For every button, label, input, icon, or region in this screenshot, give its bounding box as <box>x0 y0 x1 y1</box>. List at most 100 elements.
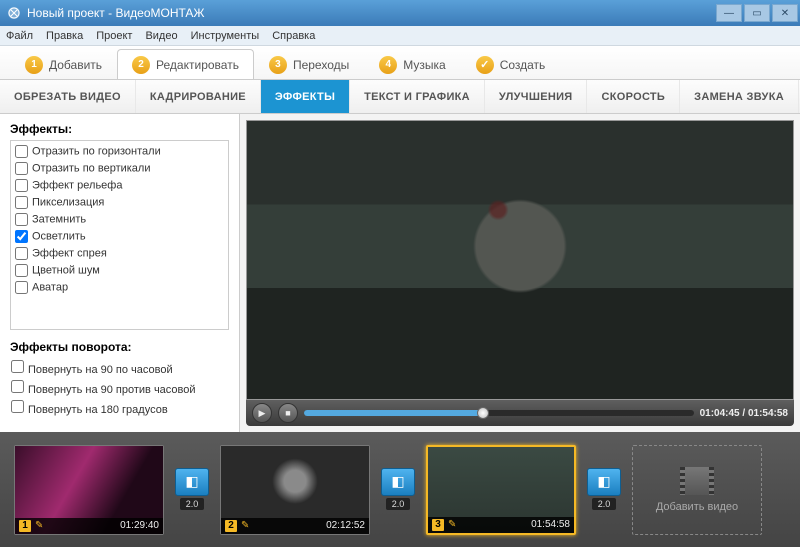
seek-knob[interactable] <box>477 407 489 419</box>
rotation-heading: Эффекты поворота: <box>10 340 229 354</box>
clip-3-time: 01:54:58 <box>531 519 570 530</box>
fx-darken-checkbox[interactable] <box>15 213 28 226</box>
step-create[interactable]: ✓ Создать <box>461 49 561 79</box>
clip-1-bar: 1 ✎ 01:29:40 <box>15 518 163 534</box>
fx-darken[interactable]: Затемнить <box>14 211 225 228</box>
preview-frame <box>247 121 793 399</box>
play-button[interactable]: ▶ <box>252 403 272 423</box>
fx-flip-vertical-checkbox[interactable] <box>15 162 28 175</box>
rot-cw90-checkbox[interactable] <box>11 360 24 373</box>
menu-file[interactable]: Файл <box>6 30 33 42</box>
transition-1-icon[interactable]: ◧ <box>175 468 209 496</box>
step-badge-1: 1 <box>25 56 43 74</box>
fx-lighten-checkbox[interactable] <box>15 230 28 243</box>
subtab-speed[interactable]: СКОРОСТЬ <box>587 80 680 113</box>
window-title: Новый проект - ВидеоМОНТАЖ <box>27 6 205 20</box>
transition-1-duration: 2.0 <box>180 498 205 510</box>
effects-heading: Эффекты: <box>10 122 229 136</box>
subtab-text[interactable]: ТЕКСТ И ГРАФИКА <box>350 80 485 113</box>
film-icon <box>680 467 714 495</box>
menubar: Файл Правка Проект Видео Инструменты Спр… <box>0 26 800 46</box>
subtab-audio[interactable]: ЗАМЕНА ЗВУКА <box>680 80 799 113</box>
step-label-transitions: Переходы <box>293 58 349 72</box>
menu-edit[interactable]: Правка <box>46 30 83 42</box>
step-badge-3: 3 <box>269 56 287 74</box>
minimize-button[interactable]: — <box>716 4 742 22</box>
menu-help[interactable]: Справка <box>272 30 315 42</box>
fx-spray[interactable]: Эффект спрея <box>14 245 225 262</box>
fx-avatar[interactable]: Аватар <box>14 279 225 296</box>
step-badge-2: 2 <box>132 56 150 74</box>
step-label-music: Музыка <box>403 58 445 72</box>
player-controls: ▶ ■ 01:04:45 / 01:54:58 <box>246 400 794 426</box>
subtab-crop[interactable]: КАДРИРОВАНИЕ <box>136 80 261 113</box>
pencil-icon[interactable]: ✎ <box>35 520 43 531</box>
fx-pixelate[interactable]: Пикселизация <box>14 194 225 211</box>
maximize-button[interactable]: ▭ <box>744 4 770 22</box>
clip-2-num: 2 <box>225 520 237 532</box>
effects-panel: Эффекты: Отразить по горизонтали Отразит… <box>0 114 240 432</box>
steps-bar: 1 Добавить 2 Редактировать 3 Переходы 4 Музы… <box>0 46 800 80</box>
clip-2[interactable]: 2 ✎ 02:12:52 <box>220 445 370 535</box>
clip-1-time: 01:29:40 <box>120 520 159 531</box>
menu-project[interactable]: Проект <box>96 30 132 42</box>
step-badge-4: 4 <box>379 56 397 74</box>
step-add[interactable]: 1 Добавить <box>10 49 117 79</box>
subtabs: ОБРЕЗАТЬ ВИДЕО КАДРИРОВАНИЕ ЭФФЕКТЫ ТЕКС… <box>0 80 800 114</box>
preview-pane: ▶ ■ 01:04:45 / 01:54:58 <box>240 114 800 432</box>
fx-pixelate-checkbox[interactable] <box>15 196 28 209</box>
subtab-enhance[interactable]: УЛУЧШЕНИЯ <box>485 80 588 113</box>
step-transitions[interactable]: 3 Переходы <box>254 49 364 79</box>
rot-180[interactable]: Повернуть на 180 градусов <box>10 398 229 418</box>
fx-spray-checkbox[interactable] <box>15 247 28 260</box>
step-badge-check: ✓ <box>476 56 494 74</box>
fx-avatar-checkbox[interactable] <box>15 281 28 294</box>
fx-color-noise[interactable]: Цветной шум <box>14 262 225 279</box>
fx-relief[interactable]: Эффект рельефа <box>14 177 225 194</box>
add-video-label: Добавить видео <box>656 501 738 513</box>
add-video-button[interactable]: Добавить видео <box>632 445 762 535</box>
time-display: 01:04:45 / 01:54:58 <box>700 408 788 419</box>
pencil-icon[interactable]: ✎ <box>241 520 249 531</box>
seek-fill <box>304 410 483 416</box>
fx-color-noise-checkbox[interactable] <box>15 264 28 277</box>
rotation-list: Повернуть на 90 по часовой Повернуть на … <box>10 358 229 418</box>
transition-3-icon[interactable]: ◧ <box>587 468 621 496</box>
step-edit[interactable]: 2 Редактировать <box>117 49 254 79</box>
menu-video[interactable]: Видео <box>145 30 177 42</box>
app-icon <box>6 5 22 21</box>
timeline: 1 ✎ 01:29:40 ◧ 2.0 2 ✎ 02:12:52 ◧ 2.0 ★ … <box>0 432 800 547</box>
clip-3-num: 3 <box>432 519 444 531</box>
transition-1: ◧ 2.0 <box>174 468 210 512</box>
transition-2: ◧ 2.0 <box>380 468 416 512</box>
fx-relief-checkbox[interactable] <box>15 179 28 192</box>
menu-tools[interactable]: Инструменты <box>191 30 260 42</box>
fx-flip-vertical[interactable]: Отразить по вертикали <box>14 160 225 177</box>
clip-1[interactable]: 1 ✎ 01:29:40 <box>14 445 164 535</box>
subtab-trim[interactable]: ОБРЕЗАТЬ ВИДЕО <box>0 80 136 113</box>
step-label-create: Создать <box>500 58 546 72</box>
clip-3-bar: 3 ✎ 01:54:58 <box>428 517 574 533</box>
subtab-effects[interactable]: ЭФФЕКТЫ <box>261 80 350 113</box>
step-music[interactable]: 4 Музыка <box>364 49 460 79</box>
effects-list[interactable]: Отразить по горизонтали Отразить по верт… <box>10 140 229 330</box>
rot-ccw90-checkbox[interactable] <box>11 380 24 393</box>
fx-flip-horizontal[interactable]: Отразить по горизонтали <box>14 143 225 160</box>
transition-3: ◧ 2.0 <box>586 468 622 512</box>
step-label-add: Добавить <box>49 58 102 72</box>
pencil-icon[interactable]: ✎ <box>448 519 456 530</box>
video-preview[interactable] <box>246 120 794 400</box>
transition-2-icon[interactable]: ◧ <box>381 468 415 496</box>
step-label-edit: Редактировать <box>156 58 239 72</box>
clip-3[interactable]: ★ 3 ✎ 01:54:58 <box>426 445 576 535</box>
clip-2-time: 02:12:52 <box>326 520 365 531</box>
fx-lighten[interactable]: Осветлить <box>14 228 225 245</box>
clip-2-bar: 2 ✎ 02:12:52 <box>221 518 369 534</box>
rot-180-checkbox[interactable] <box>11 400 24 413</box>
fx-flip-horizontal-checkbox[interactable] <box>15 145 28 158</box>
close-button[interactable]: ✕ <box>772 4 798 22</box>
stop-button[interactable]: ■ <box>278 403 298 423</box>
rot-ccw90[interactable]: Повернуть на 90 против часовой <box>10 378 229 398</box>
rot-cw90[interactable]: Повернуть на 90 по часовой <box>10 358 229 378</box>
seek-bar[interactable] <box>304 410 694 416</box>
